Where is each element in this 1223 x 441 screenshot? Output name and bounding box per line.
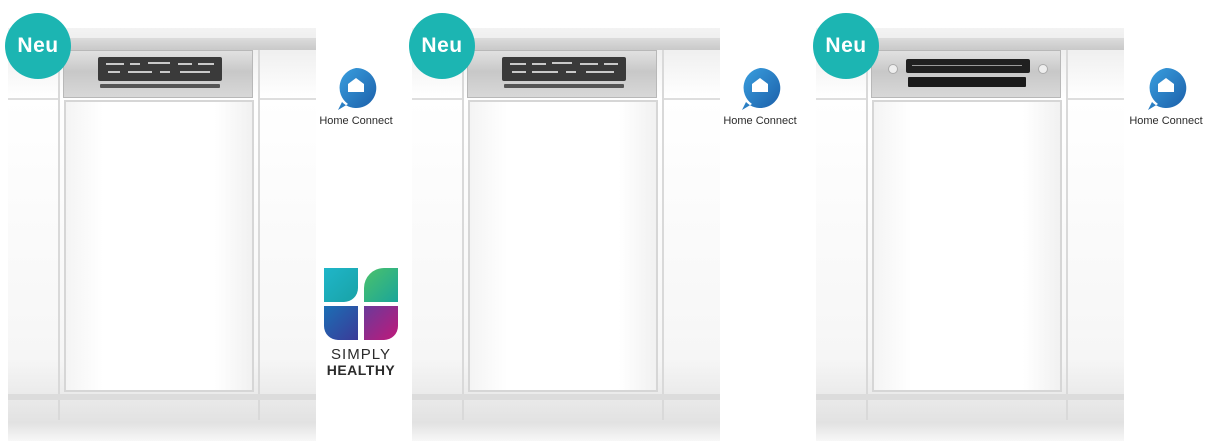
dishwasher-image (816, 28, 1124, 441)
new-badge: Neu (5, 13, 71, 79)
dishwasher-image (412, 28, 720, 441)
new-badge: Neu (409, 13, 475, 79)
home-connect-icon (1148, 67, 1187, 110)
simply-text: SIMPLY (331, 346, 391, 363)
home-connect-label: Home Connect (319, 115, 393, 127)
product-card-2[interactable]: Neu Home Connect (404, 0, 806, 441)
new-badge: Neu (813, 13, 879, 79)
simply-healthy-icon (324, 268, 398, 340)
home-connect-icon (742, 67, 781, 110)
dishwasher-door (468, 100, 658, 392)
product-card-3[interactable]: Neu Home Connect (808, 0, 1210, 441)
dishwasher-door (872, 100, 1062, 392)
product-card-1[interactable]: Neu Home Connect SIMPLY HEALTHY (0, 0, 402, 441)
healthy-text: HEALTHY (326, 362, 396, 378)
home-connect-label: Home Connect (1129, 115, 1203, 127)
home-connect-logo: Home Connect (308, 66, 404, 138)
home-connect-label: Home Connect (723, 115, 797, 127)
dishwasher-image (8, 28, 316, 441)
simply-healthy-logo: SIMPLY HEALTHY (322, 266, 402, 386)
dishwasher-door (64, 100, 254, 392)
control-panel (467, 50, 657, 98)
home-connect-logo: Home Connect (1118, 66, 1214, 138)
home-connect-icon (338, 67, 377, 110)
control-panel (871, 50, 1061, 98)
control-panel (63, 50, 253, 98)
home-connect-logo: Home Connect (712, 66, 808, 138)
